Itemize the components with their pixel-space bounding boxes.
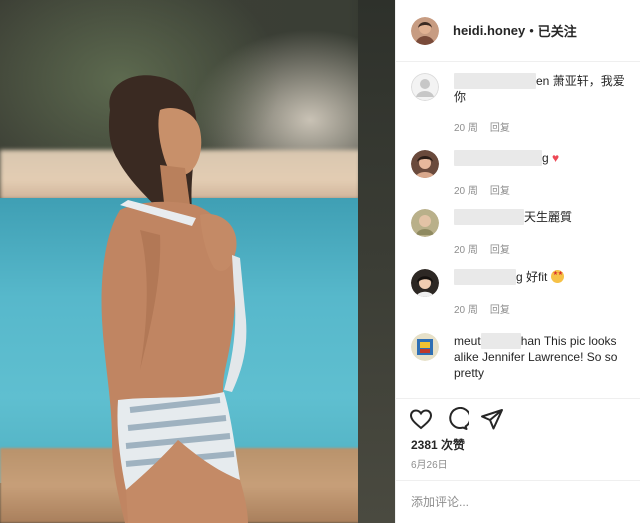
comment-composer <box>396 480 640 523</box>
comment-body: en 萧亚轩，我爱你 <box>454 73 634 105</box>
red-heart-icon: ♥ <box>552 151 560 165</box>
commenter-name-suffix[interactable]: han <box>521 334 541 348</box>
reply-button[interactable]: 回复 <box>490 305 510 316</box>
commenter-avatar[interactable] <box>411 333 439 361</box>
commenter-name-blurred[interactable] <box>454 150 542 166</box>
reply-button[interactable]: 回复 <box>490 186 510 197</box>
commenter-avatar[interactable] <box>411 73 439 101</box>
follow-status-button[interactable]: 已关注 <box>538 21 577 40</box>
comment-time: 20 周 <box>454 245 478 256</box>
add-comment-input[interactable] <box>411 495 621 509</box>
commenter-name-blurred[interactable] <box>454 209 524 225</box>
commenter-name-visible: 天生麗質 <box>524 210 573 224</box>
paper-plane-icon[interactable] <box>480 407 504 431</box>
commenter-name-visible: g <box>516 270 523 284</box>
comment-body: 天生麗質 <box>454 209 634 225</box>
like-count[interactable]: 2381 次赞 <box>411 436 465 453</box>
commenter-name-blurred[interactable] <box>480 333 521 349</box>
commenter-name-blurred[interactable] <box>454 269 516 285</box>
comment-list: en 萧亚轩，我爱你 20 周回复 g ♥ 20 周回复 天生麗質 20 周 回… <box>396 63 640 393</box>
comment-text: 好fit <box>526 270 548 284</box>
speech-bubble-icon[interactable] <box>445 407 469 431</box>
post-sidebar: heidi.honey • 已关注 en 萧亚轩，我爱你 20 周回复 g ♥ … <box>395 0 640 523</box>
star-struck-face-icon <box>550 270 564 283</box>
commenter-name-visible[interactable]: meut <box>454 334 481 348</box>
heart-outline-icon[interactable] <box>409 407 433 431</box>
commenter-name-visible: g <box>542 151 549 165</box>
comment-meta: 20 周 回复 <box>454 241 522 256</box>
post-photo[interactable] <box>0 0 395 523</box>
comment-time: 20 周 <box>454 305 478 316</box>
comment-meta: 20 周 回复 <box>454 182 522 197</box>
action-bar <box>396 398 640 434</box>
commenter-name-blurred[interactable] <box>454 73 536 89</box>
comment-time: 20 周 <box>454 123 478 134</box>
comment-body: meut han This pic looks alike Jennifer La… <box>454 333 634 381</box>
author-avatar[interactable] <box>411 16 439 45</box>
post-date: 6月26日 <box>411 460 448 471</box>
commenter-avatar[interactable] <box>411 209 439 237</box>
header-separator: • <box>529 23 534 38</box>
comment-time: 20 周 <box>454 186 478 197</box>
comment-meta: 20 周 回复 <box>454 119 522 134</box>
photo-edge-strip <box>358 0 395 523</box>
reply-button[interactable]: 回复 <box>490 245 510 256</box>
commenter-avatar[interactable] <box>411 269 439 297</box>
post-header: heidi.honey • 已关注 <box>396 0 640 62</box>
comment-body: g 好fit <box>454 269 634 285</box>
comment-meta: 20 周 回复 <box>454 301 522 316</box>
comment-body: g ♥ <box>454 150 634 166</box>
author-username[interactable]: heidi.honey <box>453 23 525 38</box>
commenter-avatar[interactable] <box>411 150 439 178</box>
reply-button[interactable]: 回复 <box>490 123 510 134</box>
photo-subject <box>101 75 248 523</box>
commenter-name-visible: en <box>536 74 550 88</box>
